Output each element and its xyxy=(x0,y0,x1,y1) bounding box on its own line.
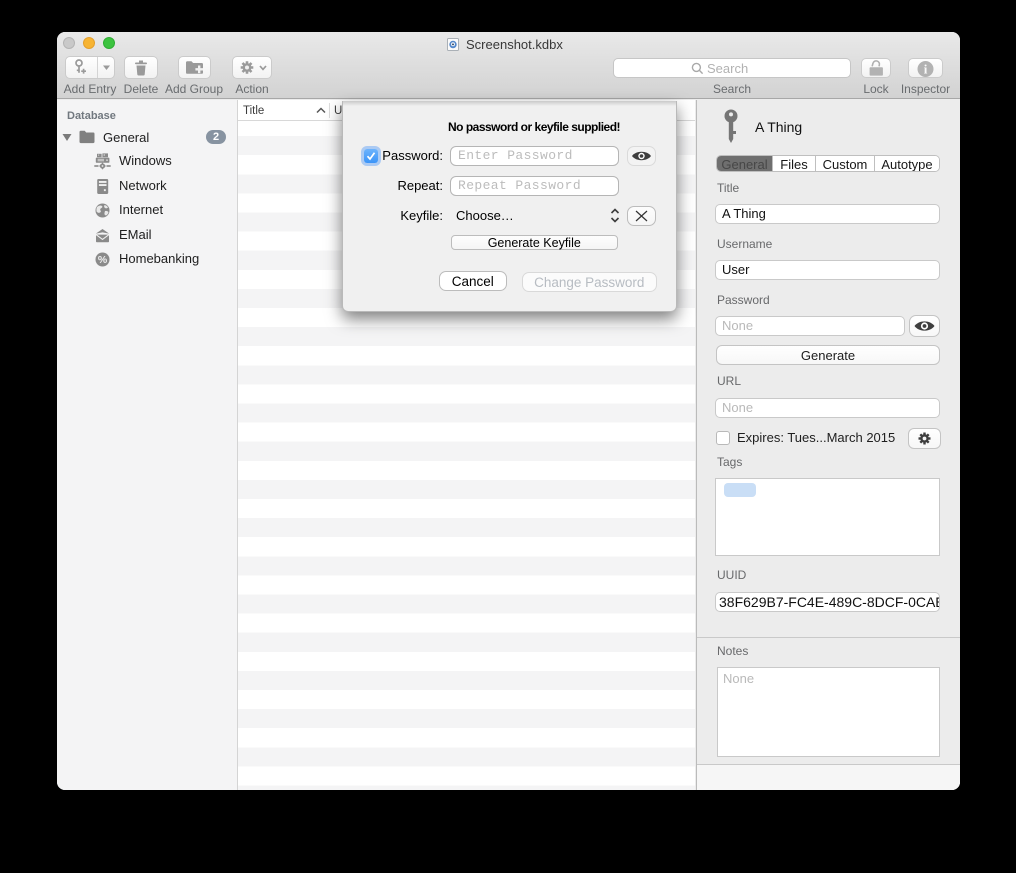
svg-text:i: i xyxy=(924,62,928,77)
svg-text:%: % xyxy=(98,254,108,266)
